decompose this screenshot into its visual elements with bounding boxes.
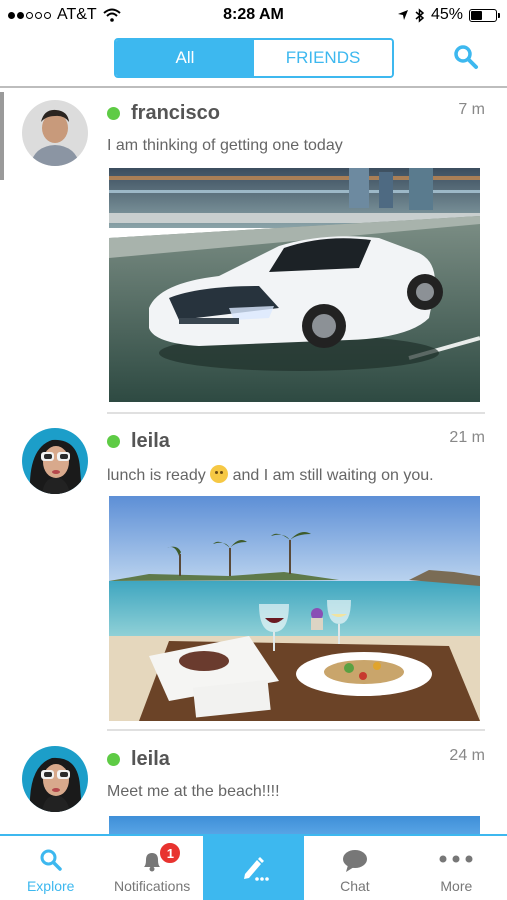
header: All FRIENDS — [0, 30, 507, 88]
notification-badge: 1 — [159, 842, 182, 864]
search-icon — [40, 849, 62, 871]
post-message: Meet me at the beach!!!! — [107, 783, 280, 800]
chat-bubble-icon — [342, 850, 367, 872]
location-arrow-icon — [397, 10, 408, 20]
username[interactable]: francisco — [131, 102, 220, 125]
post-message-end: and I am still waiting on you. — [232, 467, 434, 484]
search-icon[interactable] — [453, 44, 479, 70]
post-message: lunch is ready and I am still waiting on… — [107, 465, 434, 485]
post-message: I am thinking of getting one today — [107, 137, 343, 154]
battery-percent: 45% — [430, 6, 463, 23]
tab-chat[interactable]: Chat — [304, 836, 405, 900]
divider — [107, 729, 485, 731]
compose-button[interactable] — [202, 836, 305, 900]
status-right: 45% — [397, 6, 500, 24]
avatar[interactable] — [22, 428, 88, 494]
beach-photo[interactable] — [109, 816, 480, 834]
online-indicator — [107, 107, 120, 120]
username[interactable]: leila — [131, 430, 170, 453]
tab-explore[interactable]: Explore — [0, 836, 101, 900]
battery-icon — [469, 8, 500, 22]
divider — [107, 412, 485, 414]
avatar[interactable] — [22, 100, 88, 166]
post-time: 7 m — [458, 101, 485, 118]
online-indicator — [107, 753, 120, 766]
tab-label: More — [440, 878, 473, 894]
tab-friends[interactable]: FRIENDS — [254, 40, 392, 76]
tab-all[interactable]: All — [116, 40, 254, 76]
bluetooth-icon — [415, 7, 425, 23]
tab-bar: Explore 1 Notifications Chat More — [0, 834, 507, 900]
username[interactable]: leila — [131, 748, 170, 771]
more-dots-icon — [439, 855, 473, 863]
tab-label: Chat — [340, 878, 370, 894]
feed-filter-segmented-control: All FRIENDS — [114, 38, 394, 78]
car-photo[interactable] — [109, 168, 480, 402]
tab-label: Notifications — [113, 878, 191, 894]
scroll-indicator[interactable] — [0, 92, 4, 180]
battery-fill — [471, 10, 482, 20]
pencil-compose-icon — [243, 857, 269, 881]
post-time: 24 m — [449, 747, 485, 764]
tab-more[interactable]: More — [406, 836, 507, 900]
avatar[interactable] — [22, 746, 88, 812]
online-indicator — [107, 435, 120, 448]
beach-lunch-photo[interactable] — [109, 496, 480, 721]
feed[interactable]: francisco 7 m I am thinking of getting o… — [0, 90, 507, 834]
status-bar: AT&T 8:28 AM 45% — [0, 0, 507, 30]
tab-notifications[interactable]: 1 Notifications — [101, 836, 202, 900]
post-message-start: lunch is ready — [107, 467, 206, 484]
post-time: 21 m — [449, 429, 485, 446]
tab-label: Explore — [26, 878, 75, 894]
smiling-face-emoji-icon — [210, 465, 229, 483]
